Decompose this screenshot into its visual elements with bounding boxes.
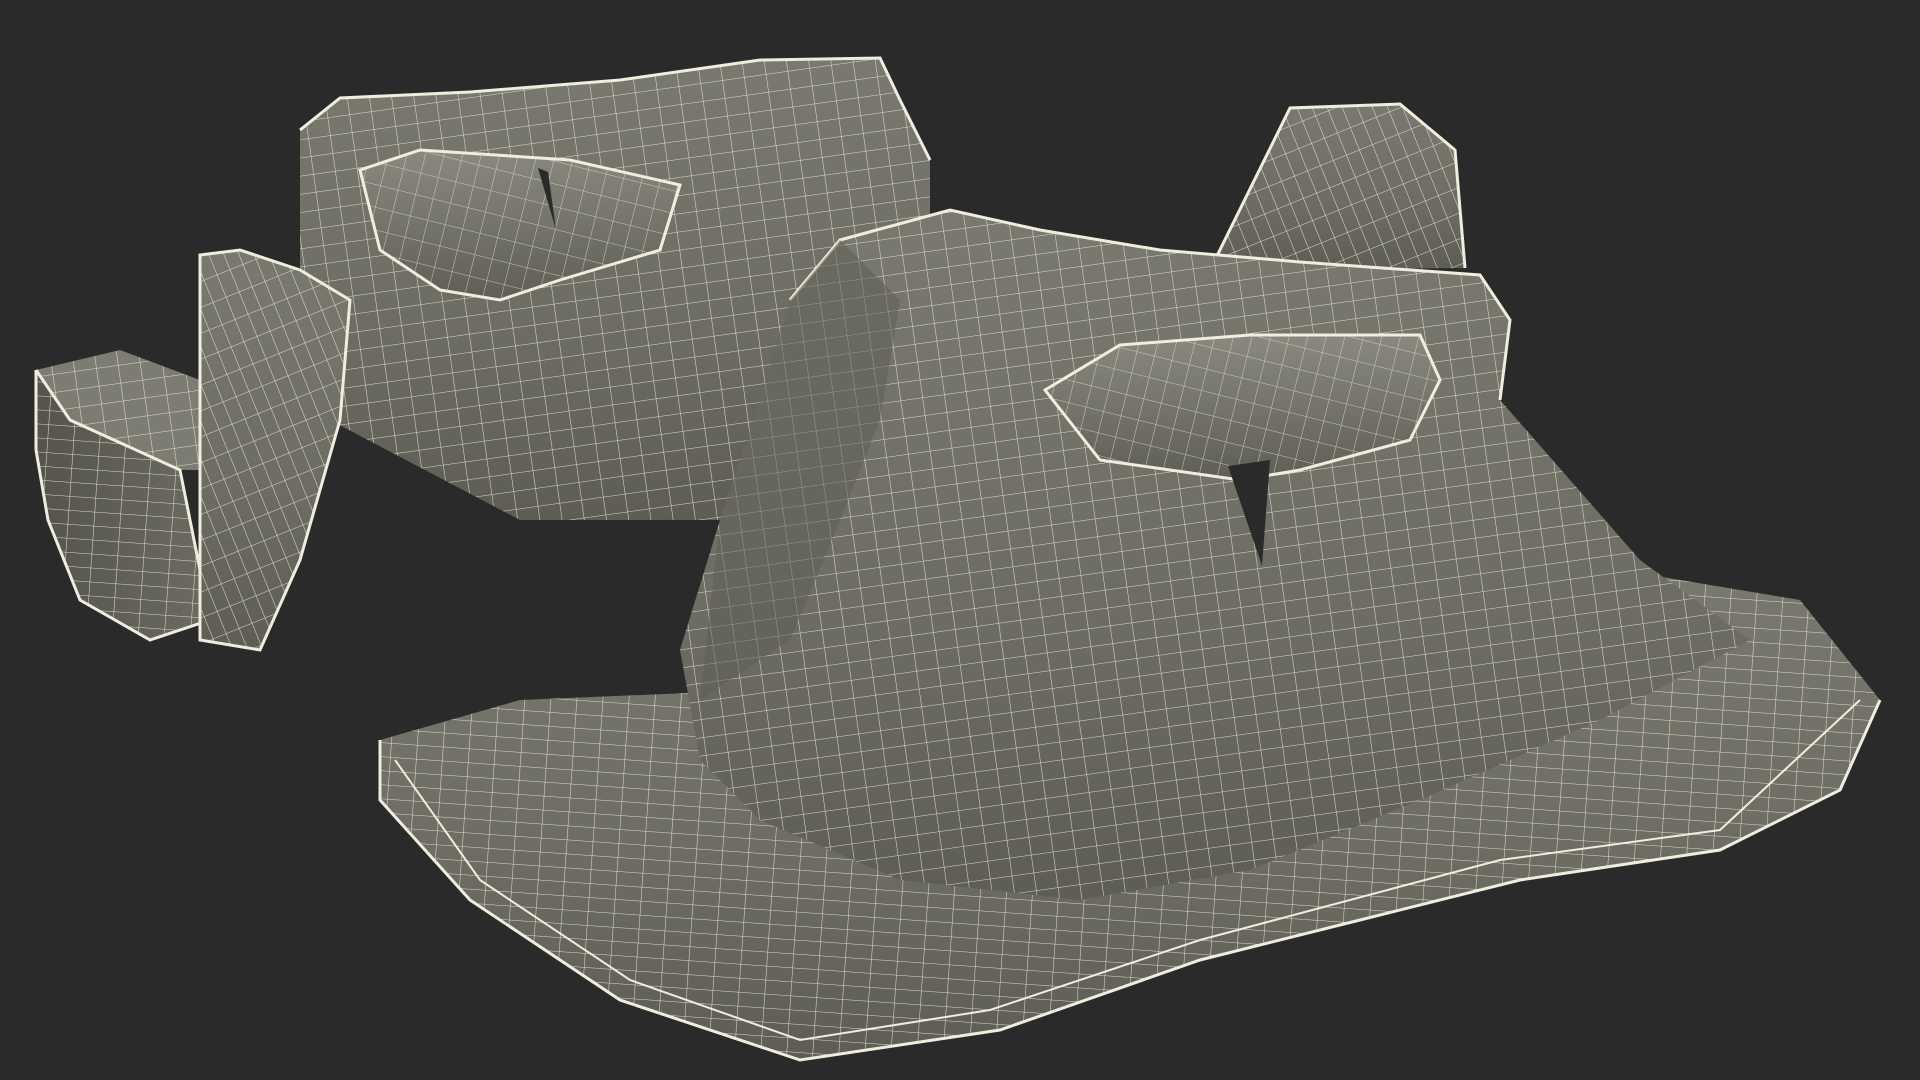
render-viewport [0, 0, 1920, 1080]
rear-right-post [1208, 102, 1467, 271]
left-side-tray [34, 350, 212, 642]
wireframe-scene [34, 56, 1882, 1062]
front-left-post [198, 248, 352, 652]
